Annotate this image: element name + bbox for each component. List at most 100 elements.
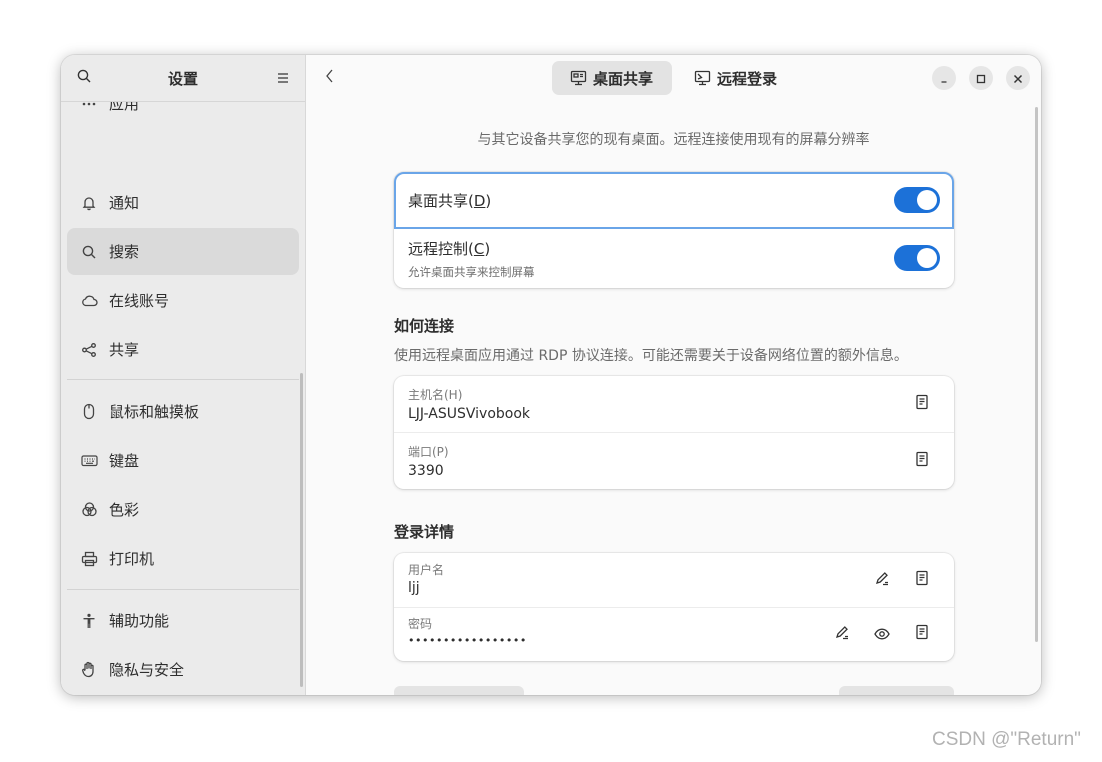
sidebar-item-search[interactable]: 搜索 — [67, 228, 299, 275]
bell-icon — [80, 194, 98, 212]
maximize-icon — [976, 69, 986, 88]
sidebar-item-sharing[interactable]: 共享 — [67, 326, 299, 373]
bottom-right-button[interactable] — [839, 686, 954, 695]
minimize-button[interactable] — [932, 66, 956, 90]
main-content: 桌面共享 远程登录 与其它设备共享您的现有桌面。远程连接使用现有的屏幕分辨率 桌… — [306, 55, 1041, 695]
tab-label: 远程登录 — [717, 69, 778, 88]
bottom-left-button[interactable] — [394, 686, 524, 695]
copy-icon — [915, 394, 929, 414]
close-button[interactable] — [1006, 66, 1030, 90]
tab-remote-login[interactable]: 远程登录 — [676, 61, 794, 95]
password-value: ••••••••••••••••• — [408, 634, 527, 647]
sidebar-item-mouse[interactable]: 鼠标和触摸板 — [67, 388, 299, 435]
sidebar-item-notifications[interactable]: 通知 — [67, 179, 299, 226]
username-caption: 用户名 — [408, 563, 445, 577]
sidebar-item-keyboard[interactable]: 键盘 — [67, 437, 299, 484]
hostname-caption: 主机名(H) — [408, 388, 463, 402]
remote-control-switch[interactable] — [894, 245, 940, 271]
sidebar-item-label: 键盘 — [109, 452, 140, 470]
login-details-title: 登录详情 — [394, 523, 455, 541]
connection-info-card: 主机名(H) LJJ-ASUSVivobook 端口(P) 3390 — [394, 376, 954, 489]
sidebar-item-accessibility[interactable]: 辅助功能 — [67, 597, 299, 644]
login-details-card: 用户名 ljj 密码 ••••••••••••••••• — [394, 553, 954, 661]
copy-username-button[interactable] — [911, 569, 933, 591]
sidebar-item-label: 通知 — [109, 194, 140, 212]
sidebar-item-color[interactable]: 色彩 — [67, 486, 299, 533]
sidebar-divider — [67, 589, 299, 590]
remote-control-label: 远程控制(C) — [408, 240, 491, 258]
maximize-button[interactable] — [969, 66, 993, 90]
sidebar-item-label: 打印机 — [109, 550, 155, 568]
settings-window: 应用 通知 搜索 在线账号 共享 鼠标和触摸板 键盘 色彩 打印机 辅助功能 隐… — [61, 55, 1041, 695]
eye-icon — [874, 625, 890, 644]
port-value: 3390 — [408, 463, 444, 479]
chevron-left-icon — [325, 68, 335, 88]
username-row: 用户名 ljj — [394, 553, 954, 607]
focus-ring — [394, 172, 954, 229]
cloud-icon — [80, 292, 98, 310]
sidebar-title: 设置 — [167, 70, 198, 88]
remote-control-row[interactable]: 远程控制(C) 允许桌面共享来控制屏幕 — [394, 229, 954, 288]
sidebar-divider — [67, 379, 299, 380]
sidebar-header: 设置 — [61, 55, 305, 102]
how-to-connect-description: 使用远程桌面应用通过 RDP 协议连接。可能还需要关于设备网络位置的额外信息。 — [394, 348, 908, 364]
tab-label: 桌面共享 — [593, 69, 654, 88]
accessibility-icon — [80, 612, 98, 630]
remote-control-subtitle: 允许桌面共享来控制屏幕 — [408, 265, 535, 279]
edit-password-button[interactable] — [831, 623, 853, 645]
sidebar-item-label: 应用 — [109, 101, 140, 113]
sharing-toggles-card: 桌面共享(D) 远程控制(C) 允许桌面共享来控制屏幕 — [394, 172, 954, 288]
watermark: CSDN @"Return" — [932, 729, 1081, 750]
port-row: 端口(P) 3390 — [394, 433, 954, 489]
sidebar-scrollbar[interactable] — [300, 373, 303, 687]
remote-login-icon — [694, 70, 711, 86]
sidebar-item-label: 在线账号 — [109, 292, 170, 310]
color-icon — [80, 501, 98, 519]
main-menu-button[interactable] — [270, 65, 296, 91]
sidebar-item-label: 色彩 — [109, 501, 140, 519]
desktop-share-icon — [570, 70, 587, 86]
mouse-icon — [80, 403, 98, 421]
tab-desktop-sharing[interactable]: 桌面共享 — [552, 61, 672, 95]
password-row: 密码 ••••••••••••••••• — [394, 608, 954, 661]
more-icon — [80, 101, 98, 113]
edit-icon — [835, 625, 850, 644]
hostname-row: 主机名(H) LJJ-ASUSVivobook — [394, 376, 954, 432]
hostname-value: LJJ-ASUSVivobook — [408, 406, 531, 422]
sidebar-item-printers[interactable]: 打印机 — [67, 535, 299, 582]
sidebar-item-label: 辅助功能 — [109, 612, 170, 630]
sidebar-list[interactable]: 应用 通知 搜索 在线账号 共享 鼠标和触摸板 键盘 色彩 打印机 辅助功能 隐… — [61, 101, 305, 695]
sidebar: 应用 通知 搜索 在线账号 共享 鼠标和触摸板 键盘 色彩 打印机 辅助功能 隐… — [61, 55, 306, 695]
share-icon — [80, 341, 98, 359]
copy-icon — [915, 451, 929, 471]
hand-icon — [80, 661, 98, 679]
sidebar-item-apps[interactable]: 应用 — [67, 101, 299, 127]
minimize-icon — [939, 69, 949, 88]
back-button[interactable] — [318, 65, 342, 91]
close-icon — [1013, 69, 1023, 88]
search-icon — [80, 243, 98, 261]
printer-icon — [80, 550, 98, 568]
copy-icon — [915, 624, 929, 644]
username-value: ljj — [408, 580, 420, 596]
copy-icon — [915, 570, 929, 590]
main-header: 桌面共享 远程登录 — [306, 55, 1041, 101]
keyboard-icon — [80, 452, 98, 470]
sidebar-item-online-accounts[interactable]: 在线账号 — [67, 277, 299, 324]
main-scrollbar[interactable] — [1035, 107, 1038, 642]
sidebar-item-privacy[interactable]: 隐私与安全 — [67, 646, 299, 693]
port-caption: 端口(P) — [408, 445, 449, 459]
password-caption: 密码 — [408, 617, 433, 631]
page-subtitle: 与其它设备共享您的现有桌面。远程连接使用现有的屏幕分辨率 — [477, 132, 870, 148]
copy-password-button[interactable] — [911, 623, 933, 645]
hamburger-icon — [276, 69, 290, 88]
edit-icon — [875, 571, 890, 590]
sidebar-item-label: 搜索 — [109, 243, 140, 261]
sidebar-item-label: 鼠标和触摸板 — [109, 403, 200, 421]
copy-hostname-button[interactable] — [911, 393, 933, 415]
sidebar-item-label: 共享 — [109, 341, 140, 359]
sidebar-item-label: 隐私与安全 — [109, 661, 185, 679]
copy-port-button[interactable] — [911, 450, 933, 472]
edit-username-button[interactable] — [871, 569, 893, 591]
show-password-button[interactable] — [871, 623, 893, 645]
